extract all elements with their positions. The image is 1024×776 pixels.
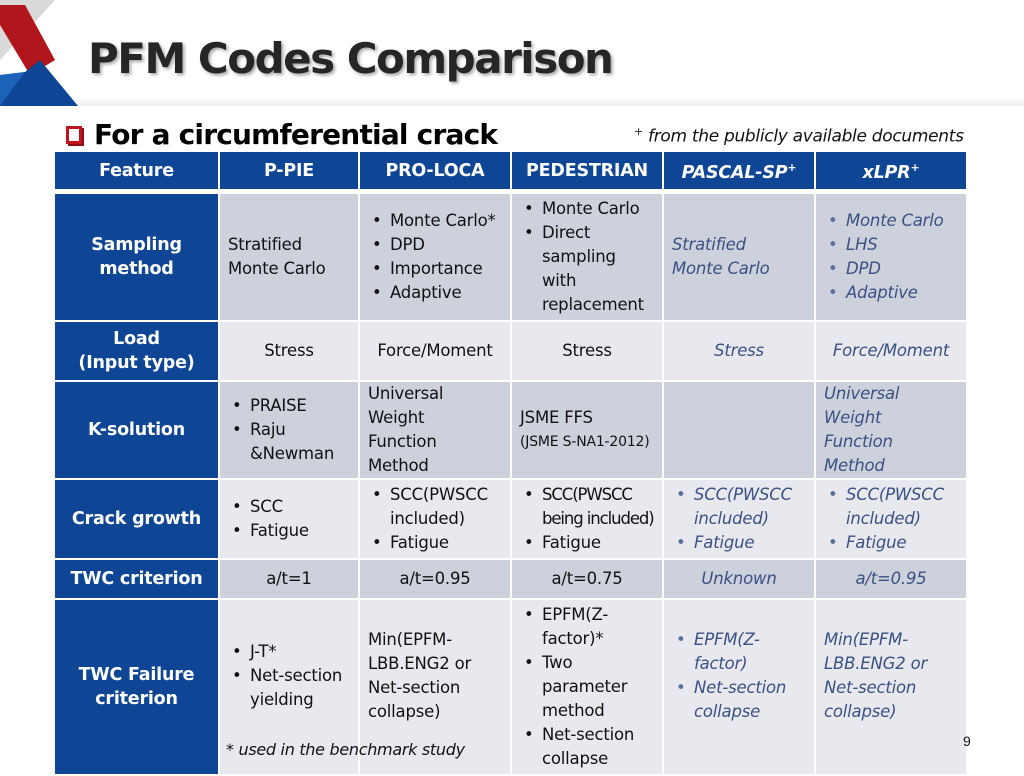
- cell-proloca-crack-growth: SCC(PWSCC included)Fatigue: [360, 480, 512, 560]
- cell-pascal-twc: Unknown: [664, 560, 816, 600]
- table-row-twc-failure: TWC Failurecriterion J-T*Net-section yie…: [55, 600, 968, 776]
- cell-pedestrian-failure: EPFM(Z-factor)*Two parameter methodNet-s…: [512, 600, 664, 776]
- header-pro-loca: PRO-LOCA: [360, 152, 512, 191]
- cell-pascal-crack-growth: SCC(PWSCC included)Fatigue: [664, 480, 816, 560]
- header-row: Feature P-PIE PRO-LOCA PEDESTRIAN PASCAL…: [55, 152, 968, 191]
- cell-xlpr-load: Force/Moment: [816, 322, 968, 382]
- cell-xlpr-sampling: Monte CarloLHSDPDAdaptive: [816, 194, 968, 322]
- header-feature: Feature: [55, 152, 220, 191]
- table-row-crack-growth: Crack growth SCCFatigue SCC(PWSCC includ…: [55, 480, 968, 560]
- cell-proloca-sampling: Monte Carlo*DPDImportanceAdaptive: [360, 194, 512, 322]
- feature-load: Load (Input type): [55, 322, 220, 382]
- feature-k-solution: K-solution: [55, 382, 220, 480]
- footnote: * used in the benchmark study: [226, 740, 465, 759]
- feature-twc-criterion: TWC criterion: [55, 560, 220, 600]
- cell-proloca-twc: a/t=0.95: [360, 560, 512, 600]
- table-row-k-solution: K-solution PRAISERaju &Newman Universal …: [55, 382, 968, 480]
- source-note: + from the publicly available documents: [634, 125, 964, 147]
- table-row-sampling: Samplingmethod StratifiedMonte Carlo Mon…: [55, 194, 968, 322]
- cell-pascal-failure: EPFM(Z-factor)Net-section collapse: [664, 600, 816, 776]
- logo-graphic: [0, 0, 78, 106]
- cell-xlpr-failure: Min(EPFM- LBB.ENG2 or Net-section collapse): [816, 600, 968, 776]
- feature-twc-failure: TWC Failure criterion: [55, 600, 220, 776]
- cell-xlpr-crack-growth: SCC(PWSCC included)Fatigue: [816, 480, 968, 560]
- comparison-table: Feature P-PIE PRO-LOCA PEDESTRIAN PASCAL…: [55, 152, 968, 776]
- cell-proloca-k-solution: Universal Weight Function Method: [360, 382, 512, 480]
- cell-pascal-sampling: Stratified Monte Carlo: [664, 194, 816, 322]
- header-p-pie: P-PIE: [220, 152, 360, 191]
- page-title: PFM Codes Comparison: [88, 34, 614, 83]
- cell-xlpr-k-solution: Universal Weight Function Method: [816, 382, 968, 480]
- header-pascal-sp: PASCAL-SP+: [664, 152, 816, 191]
- cell-ppie-sampling: Stratified Monte Carlo: [220, 194, 360, 322]
- cell-ppie-load: Stress: [220, 322, 360, 382]
- cell-pedestrian-load: Stress: [512, 322, 664, 382]
- page-number: 9: [963, 733, 971, 749]
- cell-ppie-twc: a/t=1: [220, 560, 360, 600]
- cell-ppie-k-solution: PRAISERaju &Newman: [220, 382, 360, 480]
- table-row-twc-criterion: TWC criterion a/t=1 a/t=0.95 a/t=0.75 Un…: [55, 560, 968, 600]
- header-xlpr: xLPR+: [816, 152, 968, 191]
- cell-pascal-k-solution: [664, 382, 816, 480]
- feature-sampling: Sampling method: [55, 194, 220, 322]
- table-row-load: Load (Input type) Stress Force/Moment Str…: [55, 322, 968, 382]
- cell-pedestrian-twc: a/t=0.75: [512, 560, 664, 600]
- cell-pascal-load: Stress: [664, 322, 816, 382]
- checkbox-bullet-icon: [66, 125, 82, 144]
- cell-ppie-crack-growth: SCCFatigue: [220, 480, 360, 560]
- header-pedestrian: PEDESTRIAN: [512, 152, 664, 191]
- cell-pedestrian-sampling: Monte CarloDirect sampling with replacem…: [512, 194, 664, 322]
- subtitle: For a circumferential crack: [94, 118, 498, 151]
- source-note-text: from the publicly available documents: [642, 126, 964, 147]
- cell-pedestrian-k-solution: JSME FFS (JSME S-NA1-2012): [512, 382, 664, 480]
- cell-xlpr-twc: a/t=0.95: [816, 560, 968, 600]
- cell-pedestrian-crack-growth: SCC(PWSCC being included)Fatigue: [512, 480, 664, 560]
- plus-mark: +: [634, 125, 643, 138]
- feature-crack-growth: Crack growth: [55, 480, 220, 560]
- cell-proloca-load: Force/Moment: [360, 322, 512, 382]
- subtitle-row: For a circumferential crack: [66, 118, 498, 151]
